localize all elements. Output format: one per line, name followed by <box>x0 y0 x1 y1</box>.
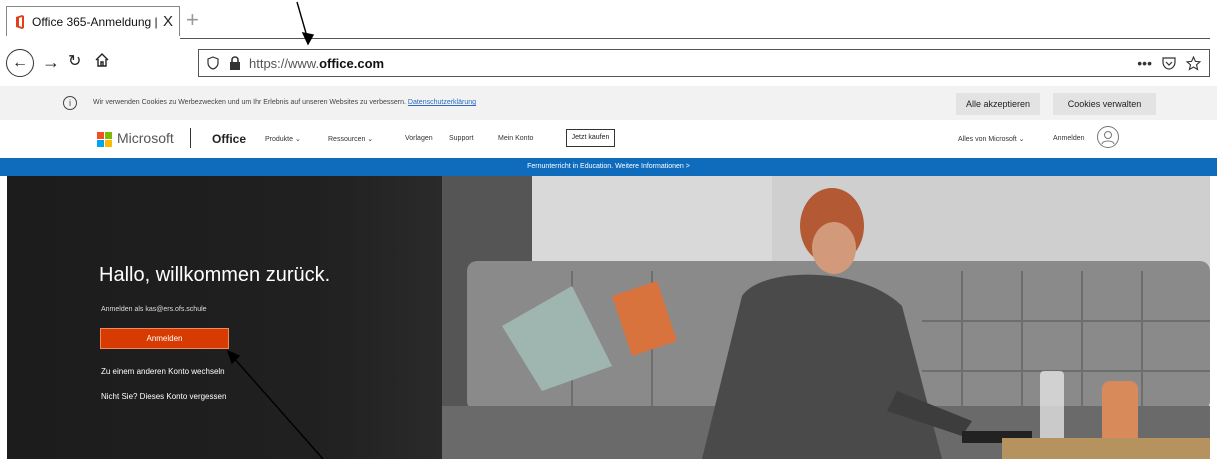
forget-account-link[interactable]: Nicht Sie? Dieses Konto vergessen <box>101 392 226 401</box>
office-brand[interactable]: Office <box>212 132 246 146</box>
tab-title: Office 365-Anmeldung | Micro <box>32 14 159 29</box>
hero-section: Hallo, willkommen zurück. Anmelden als k… <box>7 176 1210 459</box>
tab-strip: Office 365-Anmeldung | Micro X + <box>0 0 1217 42</box>
pocket-icon[interactable] <box>1162 56 1176 70</box>
nav-resources[interactable]: Ressourcen ⌄ <box>328 135 373 143</box>
all-microsoft-menu[interactable]: Alles von Microsoft ⌄ <box>958 135 1025 143</box>
hero-image <box>442 176 1210 459</box>
cookie-text: Wir verwenden Cookies zu Werbezwecken un… <box>93 99 476 106</box>
signin-button[interactable]: Anmelden <box>100 328 229 349</box>
hero-title: Hallo, willkommen zurück. <box>99 264 331 286</box>
tracking-shield-icon[interactable] <box>207 56 219 70</box>
header-separator <box>190 128 191 148</box>
tab-office-signin[interactable]: Office 365-Anmeldung | Micro X <box>6 6 180 36</box>
site-header: Microsoft Office Produkte ⌄ Ressourcen ⌄… <box>0 120 1217 158</box>
switch-account-link[interactable]: Zu einem anderen Konto wechseln <box>101 367 225 376</box>
accept-cookies-button[interactable]: Alle akzeptieren <box>956 93 1040 115</box>
hero-photo <box>442 176 1210 459</box>
office-logo-icon <box>16 14 24 29</box>
info-icon: i <box>63 96 77 110</box>
back-button[interactable]: ← <box>6 49 34 77</box>
user-icon <box>1101 131 1115 145</box>
new-tab-button[interactable]: + <box>186 6 199 34</box>
hero-dark-panel <box>7 176 442 459</box>
buy-now-button[interactable]: Jetzt kaufen <box>566 129 615 147</box>
nav-products[interactable]: Produkte ⌄ <box>265 135 301 143</box>
bookmark-star-icon[interactable] <box>1186 55 1201 71</box>
cookie-banner: i Wir verwenden Cookies zu Werbezwecken … <box>0 86 1217 120</box>
home-button[interactable] <box>94 51 110 73</box>
account-avatar[interactable] <box>1097 126 1119 148</box>
privacy-link[interactable]: Datenschutzerklärung <box>408 99 476 106</box>
microsoft-brand[interactable]: Microsoft <box>117 130 174 146</box>
lock-icon[interactable] <box>229 56 241 70</box>
browser-window: Office 365-Anmeldung | Micro X + ← → ↻ h… <box>0 0 1217 459</box>
nav-templates[interactable]: Vorlagen <box>405 135 433 142</box>
nav-my-account[interactable]: Mein Konto <box>498 135 533 142</box>
forward-button[interactable]: → <box>42 51 60 73</box>
manage-cookies-button[interactable]: Cookies verwalten <box>1053 93 1156 115</box>
navigation-bar: ← → ↻ https://www.office.com ••• <box>0 42 1217 84</box>
tab-close-button[interactable]: X <box>163 13 173 30</box>
tab-divider <box>180 38 1210 39</box>
home-icon <box>95 53 109 67</box>
url-text[interactable]: https://www.office.com <box>249 56 384 71</box>
reload-button[interactable]: ↻ <box>68 51 81 73</box>
microsoft-logo-icon[interactable] <box>97 132 112 147</box>
page-actions-menu-icon[interactable]: ••• <box>1137 55 1152 71</box>
signed-in-account: Anmelden als kas@ers.ofs.schule <box>101 306 207 313</box>
address-bar[interactable]: https://www.office.com ••• <box>198 49 1210 77</box>
nav-support[interactable]: Support <box>449 135 474 142</box>
promo-banner[interactable]: Fernunterricht in Education. Weitere Inf… <box>0 158 1217 176</box>
header-signin-link[interactable]: Anmelden <box>1053 135 1085 142</box>
